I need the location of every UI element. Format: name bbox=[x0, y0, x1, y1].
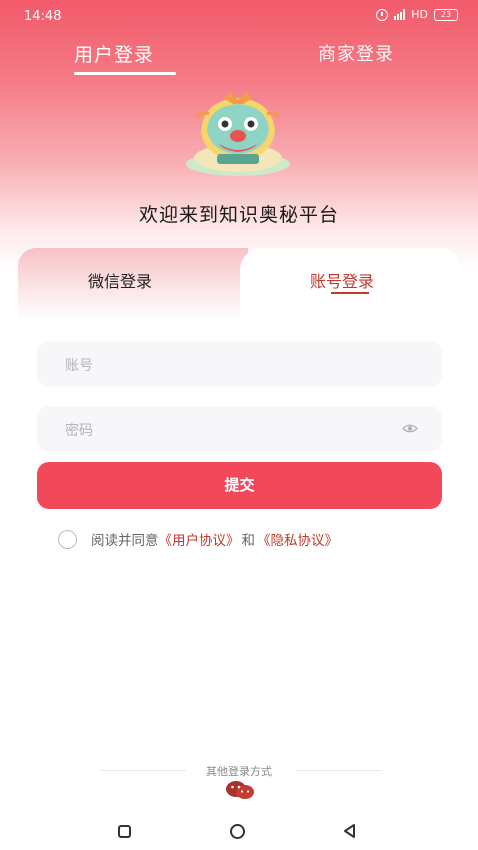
eye-icon[interactable] bbox=[402, 423, 418, 434]
user-agreement-link[interactable]: 《用户协议》 bbox=[159, 529, 240, 549]
status-bar: 14:48 HD 23 bbox=[0, 0, 478, 34]
tab-merchant-login[interactable]: 商家登录 bbox=[318, 40, 394, 66]
system-nav-bar bbox=[0, 816, 478, 846]
tab-user-login[interactable]: 用户登录 bbox=[74, 40, 154, 67]
recent-apps-button[interactable] bbox=[118, 825, 131, 838]
agree-prefix: 阅读并同意 bbox=[91, 533, 159, 549]
signal-icon bbox=[394, 9, 406, 20]
account-tab-indicator bbox=[331, 292, 369, 294]
active-tab-indicator bbox=[74, 72, 176, 75]
app-logo bbox=[183, 92, 293, 182]
agree-and: 和 bbox=[241, 533, 256, 549]
status-icons: HD 23 bbox=[376, 8, 458, 21]
tab-wechat-login[interactable]: 微信登录 bbox=[88, 268, 152, 292]
alarm-icon bbox=[376, 8, 389, 21]
login-method-tabs bbox=[18, 248, 460, 320]
submit-button[interactable]: 提交 bbox=[37, 462, 442, 509]
password-placeholder: 密码 bbox=[65, 423, 93, 439]
password-input[interactable]: 密码 bbox=[37, 406, 442, 452]
welcome-title: 欢迎来到知识奥秘平台 bbox=[138, 204, 339, 226]
battery-icon: 23 bbox=[434, 8, 458, 21]
account-input[interactable]: 账号 bbox=[37, 341, 442, 387]
other-login-divider: 其他登录方式 bbox=[0, 763, 478, 778]
tab-account-login[interactable]: 账号登录 bbox=[310, 268, 374, 292]
status-time: 14:48 bbox=[24, 9, 62, 24]
account-placeholder: 账号 bbox=[65, 358, 93, 374]
privacy-agreement-link[interactable]: 《隐私协议》 bbox=[257, 529, 338, 549]
wechat-icon[interactable] bbox=[225, 780, 255, 800]
divider-right bbox=[296, 770, 382, 771]
home-button[interactable] bbox=[230, 824, 245, 839]
network-label: HD bbox=[411, 8, 428, 21]
other-login-label: 其他登录方式 bbox=[206, 765, 272, 778]
agree-checkbox[interactable] bbox=[58, 529, 77, 549]
role-tabs: 用户登录 商家登录 bbox=[0, 40, 478, 80]
back-button[interactable] bbox=[342, 823, 358, 839]
agreement-row: 阅读并同意 《用户协议》 和 《隐私协议》 bbox=[58, 529, 338, 549]
